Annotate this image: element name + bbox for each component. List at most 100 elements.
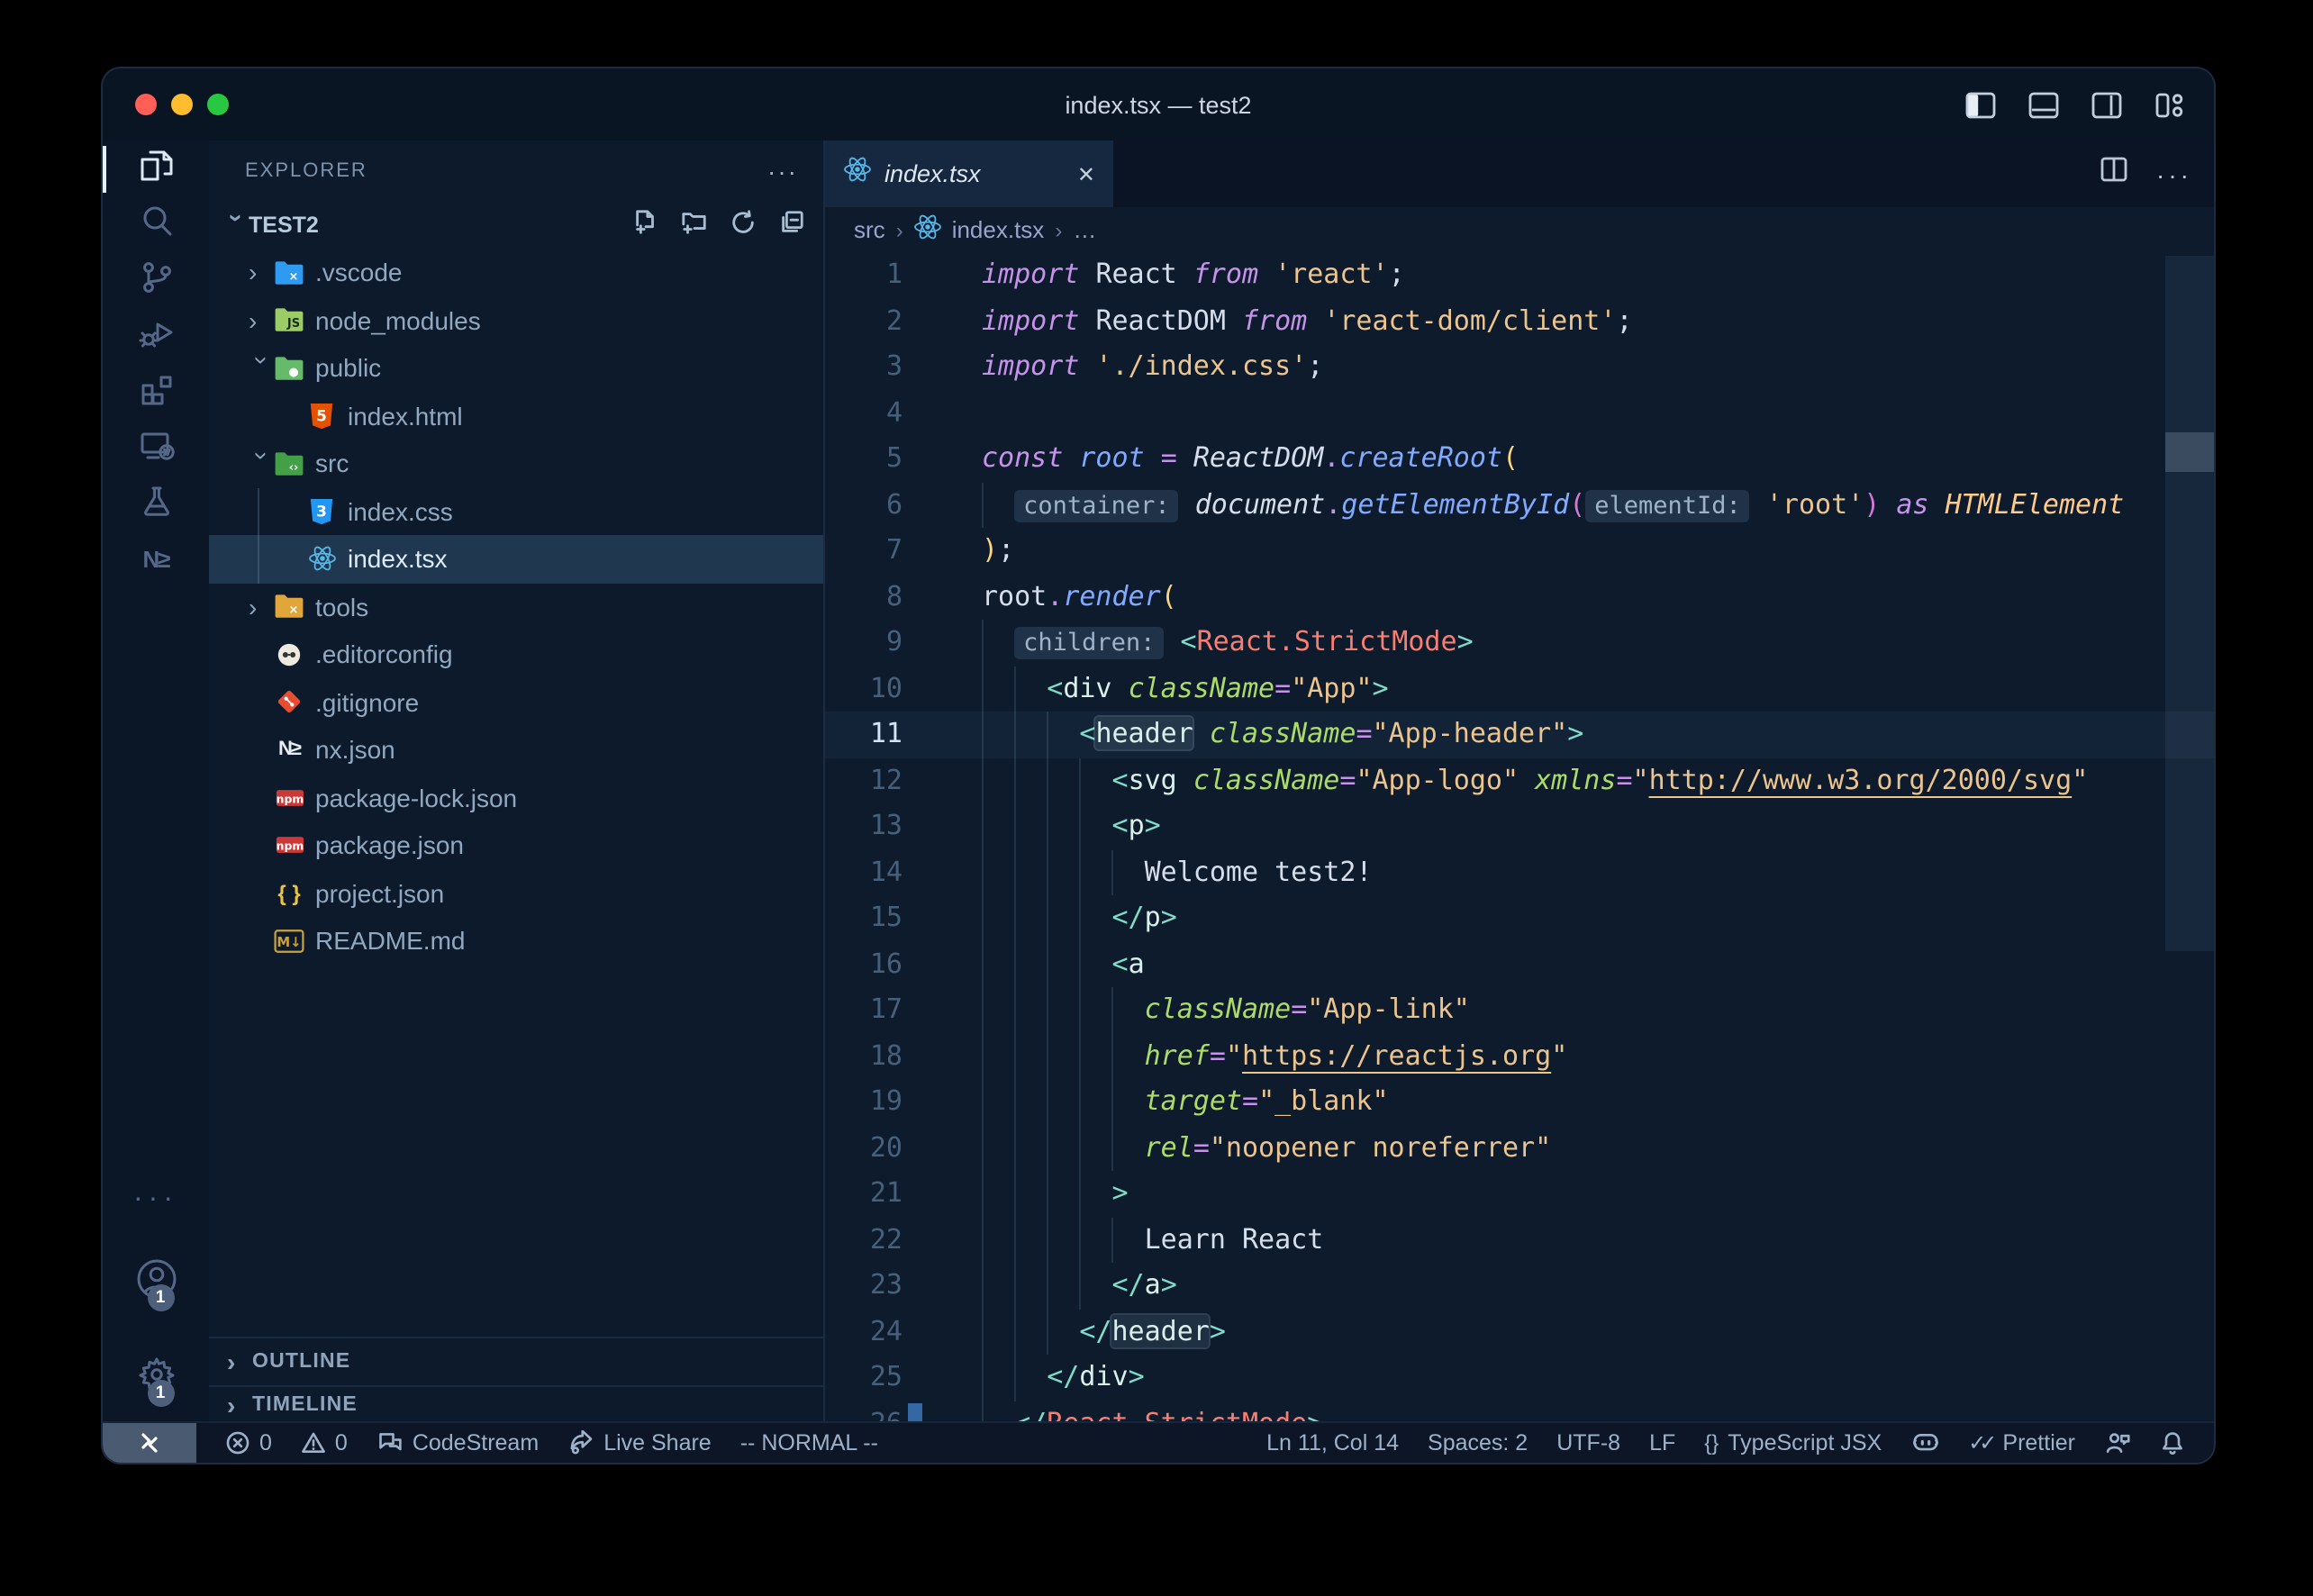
code-line-2[interactable]: 2import ReactDOM from 'react-dom/client'… [825,298,2214,344]
code-line-16[interactable]: 16 <a [825,941,2214,987]
code-line-18[interactable]: 18 href="https://reactjs.org" [825,1033,2214,1079]
tree-item-tools[interactable]: ›×tools [209,583,823,630]
tree-item-package-lock-json[interactable]: npmpackage-lock.json [209,774,823,821]
activity-item-extensions[interactable] [103,366,209,420]
svg-text:npm: npm [276,792,304,805]
new-folder-icon[interactable] [681,209,708,241]
status-warnings[interactable]: 0 [301,1430,348,1455]
tree-item-project-json[interactable]: { }project.json [209,869,823,917]
tree-item-node_modules[interactable]: ›JSnode_modules [209,296,823,344]
close-tab-icon[interactable]: ✕ [1077,161,1095,186]
tree-item-gitignore[interactable]: .gitignore [209,678,823,726]
status-feedback[interactable] [2104,1430,2131,1455]
code-line-6[interactable]: 6 container: document.getElementById(ele… [825,482,2214,528]
code-line-21[interactable]: 21 > [825,1171,2214,1217]
indent-guide [1014,1079,1016,1125]
indent-guide [982,803,984,849]
activity-item-run-debug[interactable] [103,310,209,364]
code-line-5[interactable]: 5const root = ReactDOM.createRoot( [825,436,2214,482]
code-line-12[interactable]: 12 <svg className="App-logo" xmlns="http… [825,757,2214,803]
status-copilot[interactable] [1910,1430,1939,1455]
activity-item-nx-console[interactable]: N≥ [103,533,209,587]
code-line-13[interactable]: 13 <p> [825,803,2214,849]
zoom-button[interactable] [207,94,229,115]
activity-item-accounts[interactable]: 1 [132,1256,179,1311]
code-line-14[interactable]: 14 Welcome test2! [825,849,2214,895]
activity-item-search[interactable] [103,198,209,252]
indent-guide [1047,803,1048,849]
code-editor[interactable]: 1import React from 'react';2import React… [825,252,2214,1421]
status-eol[interactable]: LF [1649,1430,1675,1455]
tree-item-index-tsx[interactable]: index.tsx [209,535,823,583]
minimize-button[interactable] [171,94,193,115]
code-line-22[interactable]: 22 Learn React [825,1217,2214,1263]
timeline-section-header[interactable]: › TIMELINE [209,1385,823,1421]
outline-section-header[interactable]: › OUTLINE [209,1337,823,1385]
code-line-4[interactable]: 4 [825,390,2214,436]
activity-item-source-control[interactable] [103,254,209,308]
status-vim-mode[interactable]: -- NORMAL -- [740,1430,878,1455]
tree-item-nx-json[interactable]: N≥nx.json [209,726,823,774]
code-line-25[interactable]: 25 </div> [825,1355,2214,1401]
code-line-26[interactable]: 26 </React.StrictMode> [825,1401,2214,1421]
status-encoding[interactable]: UTF-8 [1556,1430,1620,1455]
activity-item-testing[interactable] [103,477,209,531]
code-line-9[interactable]: 9 children: <React.StrictMode> [825,620,2214,666]
project-root-row[interactable]: › TEST2 [209,202,823,249]
split-editor-icon[interactable] [2100,157,2127,191]
indent-guide [1079,1079,1081,1125]
new-file-icon[interactable] [632,209,659,241]
tab-index-tsx[interactable]: index.tsx ✕ [825,141,1115,207]
code-line-24[interactable]: 24 </header> [825,1309,2214,1355]
close-button[interactable] [135,94,157,115]
layout-customize-icon[interactable] [2154,91,2185,118]
more-actions-icon[interactable]: ··· [2156,159,2192,188]
tree-item-vscode[interactable]: ›×.vscode [209,249,823,296]
code-line-17[interactable]: 17 className="App-link" [825,987,2214,1033]
code-line-11[interactable]: 11 <header className="App-header"> [825,712,2214,757]
line-number: 1 [825,252,933,298]
code-line-10[interactable]: 10 <div className="App"> [825,666,2214,712]
line-content: </React.StrictMode> [933,1401,2214,1421]
status-codestream[interactable]: CodeStream [376,1430,539,1455]
status-remote[interactable] [103,1423,196,1463]
status-live-share[interactable]: Live Share [567,1430,712,1455]
activity-item-explorer[interactable] [103,142,209,196]
code-line-19[interactable]: 19 target="_blank" [825,1079,2214,1125]
tree-item-src[interactable]: ›‹›src [209,440,823,487]
code-line-23[interactable]: 23 </a> [825,1263,2214,1309]
inlay-hint: elementId: [1585,489,1750,521]
activity-item-more[interactable]: ··· [133,1183,178,1216]
tree-item-label: .editorconfig [315,640,453,669]
refresh-icon[interactable] [730,209,757,241]
tree-item-editorconfig[interactable]: .editorconfig [209,630,823,678]
status-language-mode[interactable]: {}TypeScript JSX [1704,1430,1882,1455]
code-line-15[interactable]: 15 </p> [825,895,2214,941]
line-content: <header className="App-header"> [933,712,2214,757]
status-cursor-position[interactable]: Ln 11, Col 14 [1266,1430,1399,1455]
status-indentation[interactable]: Spaces: 2 [1428,1430,1528,1455]
breadcrumb-item-src[interactable]: src [854,216,885,243]
breadcrumb-item-index-tsx[interactable]: index.tsx [914,213,1045,247]
layout-sidebar-right-icon[interactable] [2091,91,2122,118]
code-line-3[interactable]: 3import './index.css'; [825,344,2214,390]
code-line-20[interactable]: 20 rel="noopener noreferrer" [825,1125,2214,1171]
status-errors[interactable]: 0 [225,1430,272,1455]
breadcrumb-item-more[interactable]: … [1073,216,1096,243]
code-line-7[interactable]: 7); [825,528,2214,574]
layout-panel-icon[interactable] [2028,91,2059,118]
layout-sidebar-left-icon[interactable] [1965,91,1996,118]
tree-item-README-md[interactable]: M↓README.md [209,917,823,965]
tree-item-public[interactable]: ›●public [209,344,823,392]
explorer-more-actions-icon[interactable]: ··· [767,157,798,186]
tree-item-package-json[interactable]: npmpackage.json [209,821,823,869]
status-prettier[interactable]: ✓✓Prettier [1968,1430,2075,1455]
code-line-1[interactable]: 1import React from 'react'; [825,252,2214,298]
activity-item-remote-explorer[interactable] [103,422,209,476]
collapse-all-icon[interactable] [778,209,805,241]
code-line-8[interactable]: 8root.render( [825,574,2214,620]
activity-item-settings[interactable]: 1 [132,1351,179,1407]
tree-item-index-css[interactable]: 3index.css [209,487,823,535]
status-notifications[interactable] [2160,1430,2185,1455]
tree-item-index-html[interactable]: 5index.html [209,392,823,440]
